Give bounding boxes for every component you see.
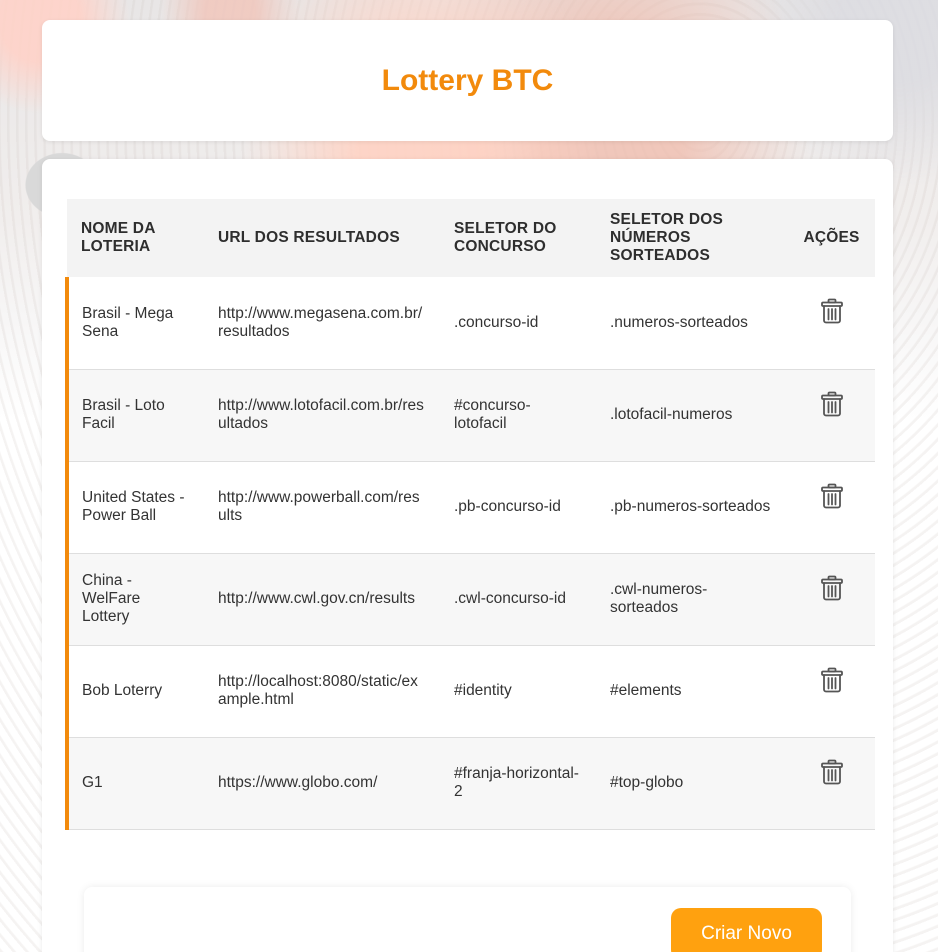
contest-selector-cell: #identity (440, 645, 596, 738)
actions-cell (788, 461, 875, 554)
numbers-selector-cell: .cwl-numeros-sorteados (596, 553, 788, 646)
table-row: Brasil - Mega Sena http://www.megasena.c… (65, 277, 875, 370)
contest-selector-cell: #concurso-lotofacil (440, 369, 596, 462)
lottery-table: NOME DA LOTERIA URL DOS RESULTADOS SELET… (65, 199, 875, 830)
results-url-cell: https://www.globo.com/ (204, 737, 440, 830)
create-new-button[interactable]: Criar Novo (671, 908, 822, 952)
results-url-cell: http://www.lotofacil.com.br/resultados (204, 369, 440, 462)
results-url-cell: http://localhost:8080/static/example.htm… (204, 645, 440, 738)
lottery-name-cell: Brasil - Loto Facil (65, 369, 204, 462)
form-footer-card: Criar Novo (84, 887, 851, 952)
table-row: Brasil - Loto Facil http://www.lotofacil… (65, 369, 875, 462)
trash-icon[interactable] (820, 575, 844, 601)
trash-icon[interactable] (820, 298, 844, 324)
table-row: United States - Power Ball http://www.po… (65, 461, 875, 554)
lottery-list-card: NOME DA LOTERIA URL DOS RESULTADOS SELET… (42, 159, 893, 952)
table-row: China - WelFare Lottery http://www.cwl.g… (65, 553, 875, 646)
trash-icon[interactable] (820, 483, 844, 509)
contest-selector-cell: .pb-concurso-id (440, 461, 596, 554)
table-header: NOME DA LOTERIA URL DOS RESULTADOS SELET… (67, 199, 875, 277)
actions-cell (788, 737, 875, 830)
column-header-actions: AÇÕES (788, 199, 875, 277)
numbers-selector-cell: .numeros-sorteados (596, 277, 788, 370)
column-header-url: URL DOS RESULTADOS (204, 199, 440, 277)
contest-selector-cell: #franja-horizontal-2 (440, 737, 596, 830)
lottery-name-cell: United States - Power Ball (65, 461, 204, 554)
contest-selector-cell: .concurso-id (440, 277, 596, 370)
numbers-selector-cell: .pb-numeros-sorteados (596, 461, 788, 554)
actions-cell (788, 369, 875, 462)
actions-cell (788, 277, 875, 370)
lottery-name-cell: China - WelFare Lottery (65, 553, 204, 646)
table-row: G1 https://www.globo.com/ #franja-horizo… (65, 737, 875, 830)
contest-selector-cell: .cwl-concurso-id (440, 553, 596, 646)
numbers-selector-cell: #top-globo (596, 737, 788, 830)
numbers-selector-cell: .lotofacil-numeros (596, 369, 788, 462)
trash-icon[interactable] (820, 667, 844, 693)
table-row: Bob Loterry http://localhost:8080/static… (65, 645, 875, 738)
results-url-cell: http://www.cwl.gov.cn/results (204, 553, 440, 646)
trash-icon[interactable] (820, 759, 844, 785)
column-header-numbers-selector: SELETOR DOS NÚMEROS SORTEADOS (596, 199, 788, 277)
column-header-name: NOME DA LOTERIA (67, 199, 204, 277)
lottery-name-cell: Brasil - Mega Sena (65, 277, 204, 370)
actions-cell (788, 645, 875, 738)
numbers-selector-cell: #elements (596, 645, 788, 738)
results-url-cell: http://www.powerball.com/results (204, 461, 440, 554)
actions-cell (788, 553, 875, 646)
app-title: Lottery BTC (381, 63, 554, 97)
column-header-contest-selector: SELETOR DO CONCURSO (440, 199, 596, 277)
lottery-name-cell: G1 (65, 737, 204, 830)
trash-icon[interactable] (820, 391, 844, 417)
table-body: Brasil - Mega Sena http://www.megasena.c… (65, 277, 875, 830)
results-url-cell: http://www.megasena.com.br/resultados (204, 277, 440, 370)
lottery-name-cell: Bob Loterry (65, 645, 204, 738)
header-card: Lottery BTC (42, 20, 893, 141)
table-header-row: NOME DA LOTERIA URL DOS RESULTADOS SELET… (67, 199, 875, 277)
